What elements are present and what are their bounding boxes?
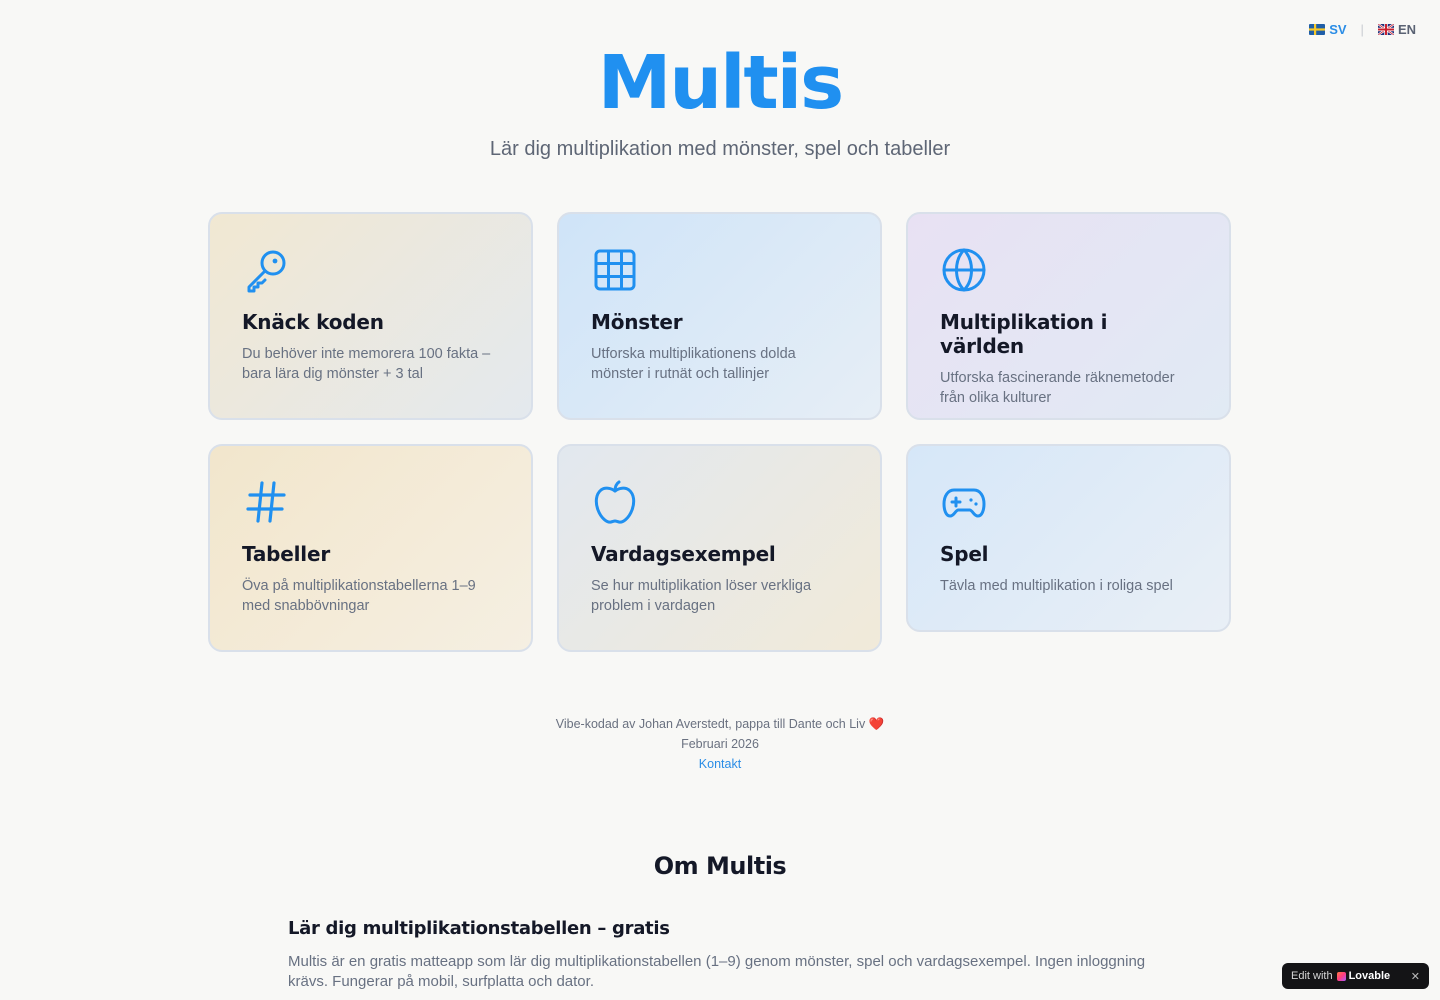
gamepad-icon (940, 478, 988, 526)
card-description: Tävla med multiplikation i roliga spel (940, 578, 1173, 594)
card-description: Öva på multiplikationstabellerna 1–9 med… (242, 578, 476, 614)
card-description: Utforska multiplikationens dolda mönster… (591, 346, 796, 382)
card-knack-koden[interactable]: Knäck koden Du behöver inte memorera 100… (208, 212, 533, 420)
lang-en-button[interactable]: EN (1377, 22, 1416, 37)
lang-separator: | (1360, 22, 1364, 37)
language-switcher: SV | EN (1309, 22, 1416, 37)
footer-credit-line: Vibe-kodad av Johan Averstedt, pappa til… (0, 714, 1440, 734)
footer: Vibe-kodad av Johan Averstedt, pappa til… (0, 714, 1440, 774)
card-title: Knäck koden (242, 310, 384, 334)
app-title: Multis (597, 40, 844, 126)
feature-grid: Knäck koden Du behöver inte memorera 100… (208, 212, 1232, 652)
about-text: Multis är en gratis matteapp som lär dig… (288, 953, 1146, 990)
footer-credit: Vibe-kodad av Johan Averstedt, pappa til… (555, 717, 866, 731)
card-title: Spel (940, 542, 989, 566)
globe-icon (940, 246, 988, 294)
lang-sv-button[interactable]: SV (1309, 22, 1347, 37)
card-description: Se hur multiplikation löser verkliga pro… (591, 578, 812, 614)
edit-with-lovable-badge[interactable]: Edit with Lovable ✕ (1282, 963, 1429, 989)
lang-en-label: EN (1397, 22, 1416, 37)
apple-icon (591, 478, 639, 526)
card-description: Du behöver inte memorera 100 fakta – bar… (242, 346, 491, 382)
badge-prefix: Edit with (1291, 970, 1333, 982)
swedish-flag-icon (1309, 24, 1326, 35)
key-icon (242, 246, 290, 294)
app-subtitle: Lär dig multiplikation med mönster, spel… (489, 138, 951, 160)
card-title: Tabeller (242, 542, 330, 566)
grid-icon (591, 246, 639, 294)
footer-date: Februari 2026 (681, 737, 759, 751)
card-tabeller[interactable]: Tabeller Öva på multiplikationstabellern… (208, 444, 533, 652)
about-title: Om Multis (653, 852, 787, 880)
lovable-logo-icon (1336, 971, 1346, 981)
card-title: Vardagsexempel (591, 542, 776, 566)
uk-flag-icon (1377, 24, 1394, 35)
heart-icon: ❤️ (868, 717, 885, 731)
card-monster[interactable]: Mönster Utforska multiplikationens dolda… (557, 212, 882, 420)
close-icon[interactable]: ✕ (1411, 970, 1420, 983)
lovable-brand: Lovable (1336, 970, 1391, 982)
card-spel[interactable]: Spel Tävla med multiplikation i roliga s… (906, 444, 1231, 632)
card-description: Utforska fascinerande räknemetoder från … (940, 370, 1175, 406)
card-title: Multiplikation i världen (940, 310, 1108, 358)
about-heading: Lär dig multiplikationstabellen – gratis (288, 918, 670, 939)
hash-icon (242, 478, 290, 526)
contact-link[interactable]: Kontakt (699, 757, 741, 771)
card-title: Mönster (591, 310, 683, 334)
lovable-brand-label: Lovable (1348, 970, 1391, 982)
lang-sv-label: SV (1329, 22, 1347, 37)
card-multiplikation-i-varlden[interactable]: Multiplikation i världen Utforska fascin… (906, 212, 1231, 420)
card-vardagsexempel[interactable]: Vardagsexempel Se hur multiplikation lös… (557, 444, 882, 652)
